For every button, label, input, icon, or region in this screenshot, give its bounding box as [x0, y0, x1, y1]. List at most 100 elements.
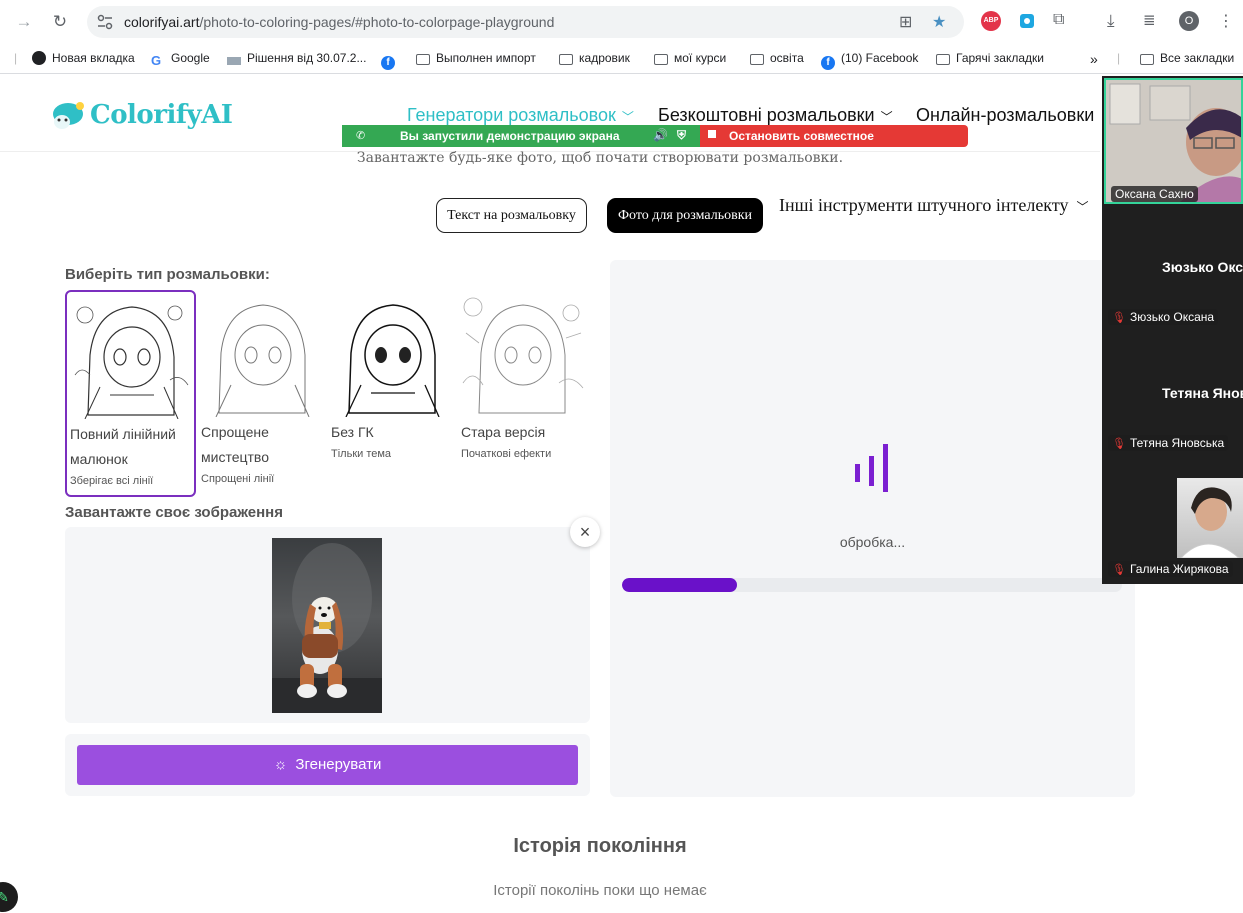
adblock-icon[interactable]: ABP	[981, 11, 1001, 31]
bookmark-new-tab[interactable]: Новая вкладка	[32, 51, 135, 65]
type-card-simplified[interactable]: Спрощене мистецтво Спрощені лінії	[198, 290, 329, 485]
folder-icon	[654, 54, 668, 65]
more-bookmarks-icon[interactable]: »	[1090, 51, 1098, 67]
extensions-puzzle-icon[interactable]: ⧉	[1053, 11, 1073, 31]
type-desc: Початкові ефекти	[461, 448, 552, 460]
bookmarks-divider: |	[14, 51, 18, 65]
menu-coloring-generators[interactable]: Генератори розмальовок ﹀	[407, 105, 634, 126]
history-empty-label: Історії поколінь поки що немає	[493, 882, 707, 899]
logo-mascot-icon	[53, 102, 84, 129]
folder-icon	[750, 54, 764, 65]
folder-icon	[559, 54, 573, 65]
type-card-old-version[interactable]: Стара версія Початкові ефекти	[458, 290, 589, 460]
bookmark-folder-hot[interactable]: Гарячі закладки	[936, 51, 1044, 65]
globe-icon	[32, 51, 46, 65]
type-preview-image	[331, 293, 454, 417]
history-title: Історія покоління	[513, 835, 687, 857]
reload-icon[interactable]: ↻	[48, 10, 72, 34]
logo[interactable]: ColorifyAI	[50, 98, 233, 134]
menu-free-coloring[interactable]: Безкоштовні розмальовки ﹀	[658, 105, 893, 126]
progress-fill	[622, 578, 737, 592]
folder-icon	[1140, 54, 1154, 65]
translate-icon[interactable]: ⊞	[899, 12, 912, 32]
loading-bars-icon	[855, 444, 888, 492]
choose-type-title: Виберіть тип розмальовки:	[65, 266, 270, 283]
shield-icon: ⛨	[677, 128, 687, 142]
download-icon[interactable]: ⤓	[1107, 11, 1127, 31]
chevron-down-icon: ﹀	[880, 110, 893, 124]
stop-sharing-button[interactable]: Остановить совместное использование	[700, 125, 968, 157]
bookmark-facebook-10[interactable]: f (10) Facebook	[821, 51, 918, 70]
participant-name-large: Тетяна Янов	[1162, 385, 1243, 401]
mic-off-icon: 🎙	[1112, 312, 1126, 324]
browser-toolbar: → ↻ colorifyai.art/photo-to-coloring-pag…	[0, 0, 1243, 44]
mic-off-icon: 🎙	[1112, 564, 1126, 576]
bookmark-facebook[interactable]: f	[381, 51, 401, 70]
speaker-icon: 🔊	[653, 128, 668, 142]
participant-label: 🎙 Тетяна Яновська	[1108, 435, 1229, 451]
uploaded-photo	[272, 538, 382, 713]
tab-text-to-coloring[interactable]: Текст на розмальовку	[436, 198, 587, 233]
type-preview-image	[70, 295, 193, 419]
menu-online-coloring[interactable]: Онлайн-розмальовки	[916, 105, 1094, 126]
spinner-icon: ☼	[273, 756, 288, 773]
forward-icon[interactable]: →	[12, 10, 36, 34]
site-icon	[227, 57, 241, 65]
type-preview-image	[201, 293, 324, 417]
bookmarks-bar: | Новая вкладка G Google Рішення від 30.0…	[0, 44, 1243, 74]
bookmark-folder-courses[interactable]: мої курси	[654, 51, 726, 65]
tab-photo-to-coloring[interactable]: Фото для розмальовки	[607, 198, 763, 233]
generate-area: ☼ Згенерувати	[65, 734, 590, 796]
type-desc: Зберігає всі лінії	[70, 475, 154, 487]
type-name: Спрощене мистецтво	[201, 424, 269, 465]
extension-screen-icon[interactable]	[1017, 11, 1037, 31]
participant-name-large: Зюзько Окс	[1162, 259, 1243, 275]
profile-avatar[interactable]: O	[1179, 11, 1199, 31]
all-bookmarks[interactable]: Все закладки	[1140, 51, 1234, 65]
type-name: Стара версія	[461, 424, 546, 440]
facebook-icon: f	[821, 56, 835, 70]
type-name: Повний лінійний малюнок	[70, 426, 176, 467]
bookmark-folder-hr[interactable]: кадровик	[559, 51, 630, 65]
generate-button[interactable]: ☼ Згенерувати	[77, 745, 578, 785]
facebook-icon: f	[381, 56, 395, 70]
type-card-full-line[interactable]: Повний лінійний малюнок Зберігає всі лін…	[65, 290, 196, 497]
bookmark-star-icon[interactable]: ★	[932, 12, 946, 32]
media-queue-icon[interactable]: ≣	[1143, 11, 1163, 31]
bookmark-google[interactable]: G Google	[151, 51, 210, 68]
video-call-panel: Оксана Сахно Зюзько Окс 🎙 Зюзько Оксана Т…	[1102, 76, 1243, 584]
other-ai-tools-dropdown[interactable]: Інші інструменти штучного інтелекту ﹀	[779, 195, 1088, 216]
type-card-no-background[interactable]: Без ГК Тільки тема	[328, 290, 459, 460]
screen-share-notice: ✆ Вы запустили демонстрацию экрана 🔊 ⛨	[342, 125, 700, 147]
self-video-tile[interactable]: Оксана Сахно	[1104, 78, 1243, 204]
upload-dropzone[interactable]	[65, 527, 590, 723]
participant-label: 🎙 Зюзько Оксана	[1108, 309, 1219, 325]
bookmark-folder-education[interactable]: освіта	[750, 51, 804, 65]
folder-icon	[936, 54, 950, 65]
screen: → ↻ colorifyai.art/photo-to-coloring-pag…	[0, 0, 1243, 913]
chevron-down-icon: ﹀	[1076, 200, 1089, 214]
page-subtitle: Завантажте будь-яке фото, щоб почати ств…	[356, 150, 844, 166]
browser-menu-icon[interactable]: ⋮	[1216, 11, 1236, 31]
bookmarks-divider: |	[1117, 51, 1121, 65]
self-name-label: Оксана Сахно	[1111, 186, 1198, 202]
address-bar[interactable]: colorifyai.art/photo-to-coloring-pages/#…	[87, 6, 964, 38]
type-desc: Спрощені лінії	[201, 473, 275, 485]
type-desc: Тільки тема	[331, 448, 392, 460]
phone-icon: ✆	[356, 130, 366, 142]
bookmark-decision[interactable]: Рішення від 30.07.2...	[227, 51, 366, 65]
mic-off-icon: 🎙	[1112, 438, 1126, 450]
progress-bar	[622, 578, 1122, 592]
bookmark-folder-import[interactable]: Выполнен импорт	[416, 51, 536, 65]
participant-photo	[1177, 478, 1243, 558]
chevron-down-icon: ﹀	[621, 110, 634, 124]
logo-text: ColorifyAI	[90, 100, 233, 130]
url-text: colorifyai.art/photo-to-coloring-pages/#…	[124, 14, 555, 30]
remove-image-button[interactable]: ×	[570, 517, 600, 547]
participant-label: 🎙 Галина Жирякова	[1108, 561, 1233, 577]
site-settings-icon[interactable]	[96, 13, 114, 31]
folder-icon	[416, 54, 430, 65]
stop-icon	[708, 130, 716, 138]
processing-label: обробка...	[839, 534, 906, 550]
type-preview-image	[461, 293, 584, 417]
